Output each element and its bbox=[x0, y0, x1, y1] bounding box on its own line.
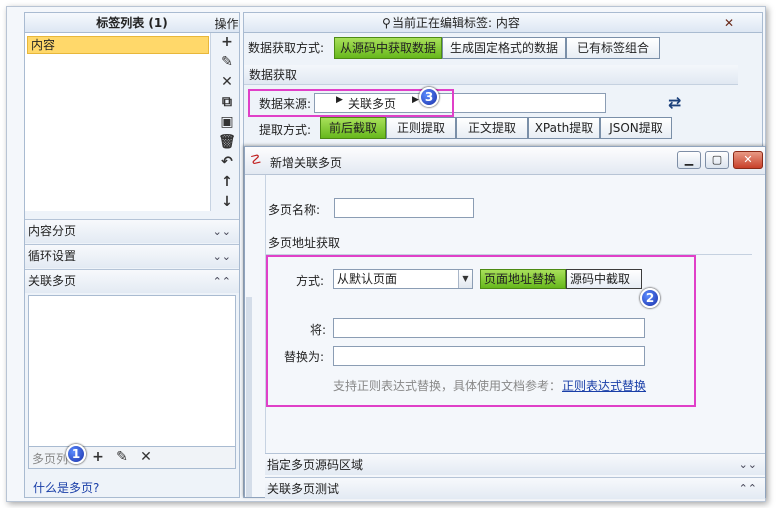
extract-label: 提取方式: bbox=[259, 123, 312, 137]
undo-icon[interactable]: ↶ bbox=[218, 153, 236, 171]
multi-page-toolbar: 多页列 + ✎ ✕ bbox=[28, 447, 236, 469]
regex-doc-link[interactable]: 正则表达式替换 bbox=[562, 377, 646, 394]
callout-badge-3: 3 bbox=[419, 87, 439, 107]
add-icon[interactable]: + bbox=[218, 33, 236, 51]
operations-column: 操作 + ✎ ✕ ⧉ ▣ 🗑 ↶ ↑ ↓ bbox=[214, 13, 239, 211]
extract-json[interactable]: JSON提取 bbox=[600, 117, 672, 139]
callout-badge-2: 2 bbox=[640, 288, 660, 308]
chevron-down-icon: ⌄⌄ bbox=[212, 225, 231, 238]
trash-icon[interactable]: 🗑 bbox=[218, 133, 236, 151]
replace-with-input[interactable] bbox=[333, 346, 645, 366]
dialog-scrollbar[interactable] bbox=[246, 297, 252, 497]
edit-multi-page-icon[interactable]: ✎ bbox=[113, 448, 131, 466]
section-loop-settings[interactable]: 循环设置 ⌄⌄ bbox=[25, 244, 239, 268]
move-up-icon[interactable]: ↑ bbox=[218, 173, 236, 191]
copy-icon[interactable]: ⧉ bbox=[218, 93, 236, 111]
tag-list-header: 标签列表 (1) bbox=[25, 13, 239, 33]
refresh-icon[interactable]: ⇄ bbox=[668, 93, 681, 112]
extract-regex[interactable]: 正则提取 bbox=[386, 117, 456, 139]
extract-body[interactable]: 正文提取 bbox=[456, 117, 528, 139]
maximize-button[interactable]: ▢ bbox=[705, 151, 729, 169]
section-label: 指定多页源码区域 bbox=[267, 458, 364, 472]
replace-with-label: 替换为: bbox=[284, 350, 325, 364]
section-multi-page-test[interactable]: 关联多页测试 ⌃⌃ bbox=[265, 477, 765, 499]
method-select[interactable]: 从默认页面 ▼ bbox=[333, 269, 473, 289]
tag-item[interactable]: 内容 bbox=[27, 36, 209, 54]
chevron-down-icon: ⌄⌄ bbox=[738, 458, 757, 471]
mode-combine[interactable]: 已有标签组合 bbox=[566, 37, 660, 59]
regex-hint: 支持正则表达式替换，具体使用文档参考： bbox=[333, 379, 562, 393]
multi-page-list[interactable] bbox=[28, 295, 236, 447]
section-content-paging[interactable]: 内容分页 ⌄⌄ bbox=[25, 219, 239, 243]
dropdown-arrow-icon[interactable]: ▼ bbox=[458, 270, 472, 288]
mode-source[interactable]: 从源码中获取数据 bbox=[334, 37, 442, 59]
extract-before-after[interactable]: 前后截取 bbox=[320, 117, 386, 139]
name-input[interactable] bbox=[334, 198, 474, 218]
mode-label: 数据获取方式: bbox=[248, 41, 325, 55]
delete-icon[interactable]: ✕ bbox=[218, 73, 236, 91]
method-label: 方式: bbox=[296, 274, 325, 288]
method-source-extract[interactable]: 源码中截取 bbox=[566, 269, 642, 289]
callout-badge-1: 1 bbox=[66, 444, 86, 464]
minimize-button[interactable]: ▁ bbox=[677, 151, 701, 169]
tag-list[interactable]: 内容 bbox=[25, 33, 211, 211]
edit-icon[interactable]: ✎ bbox=[218, 53, 236, 71]
section-source-region[interactable]: 指定多页源码区域 ⌄⌄ bbox=[265, 453, 765, 475]
editing-bar: ⚲ 当前正在编辑标签: 内容 ✕ bbox=[244, 13, 762, 33]
location-pin-icon: ⚲ bbox=[382, 16, 391, 30]
method-value: 从默认页面 bbox=[337, 272, 398, 286]
new-multi-page-dialog: ☡ 新增关联多页 ▁ ▢ ✕ 多页名称: 多页地址获取 方式: 从默认页面 ▼ … bbox=[244, 146, 766, 499]
close-icon[interactable]: ✕ bbox=[724, 13, 734, 33]
app-logo-icon: ☡ bbox=[250, 153, 262, 168]
chevron-down-icon: ⌄⌄ bbox=[212, 250, 231, 263]
dialog-title: 新增关联多页 bbox=[270, 156, 343, 170]
tag-list-title: 标签列表 (1) bbox=[96, 16, 168, 30]
replace-input[interactable] bbox=[333, 318, 645, 338]
chevron-up-icon: ⌃⌃ bbox=[738, 482, 757, 495]
help-link[interactable]: 什么是多页? bbox=[33, 479, 99, 496]
close-button[interactable]: ✕ bbox=[733, 151, 763, 169]
chevron-up-icon: ⌃⌃ bbox=[212, 275, 231, 288]
replace-label: 将: bbox=[310, 323, 327, 337]
method-url-replace[interactable]: 页面地址替换 bbox=[480, 269, 566, 289]
multi-footer-label: 多页列 bbox=[32, 452, 69, 466]
extract-xpath[interactable]: XPath提取 bbox=[528, 117, 600, 139]
url-section-header: 多页地址获取 bbox=[266, 231, 752, 255]
left-panel: 标签列表 (1) 内容 操作 + ✎ ✕ ⧉ ▣ 🗑 ↶ ↑ ↓ 内容分页 ⌄⌄… bbox=[24, 12, 240, 498]
section-label: 内容分页 bbox=[28, 224, 77, 238]
name-label: 多页名称: bbox=[268, 203, 321, 217]
data-fetch-section: 数据获取 bbox=[244, 65, 738, 85]
section-label: 关联多页 bbox=[28, 274, 77, 288]
dialog-body: 多页名称: 多页地址获取 方式: 从默认页面 ▼ 页面地址替换 源码中截取 将:… bbox=[265, 175, 765, 455]
editing-label: 当前正在编辑标签: 内容 bbox=[392, 16, 520, 30]
section-label: 关联多页测试 bbox=[267, 482, 340, 496]
paste-icon[interactable]: ▣ bbox=[218, 113, 236, 131]
dialog-titlebar: ☡ 新增关联多页 ▁ ▢ ✕ bbox=[245, 147, 765, 175]
section-multi-page[interactable]: 关联多页 ⌃⌃ bbox=[25, 269, 239, 293]
section-label: 循环设置 bbox=[28, 249, 77, 263]
delete-multi-page-icon[interactable]: ✕ bbox=[137, 448, 155, 466]
ops-title: 操作 bbox=[214, 17, 239, 31]
mode-fixed-format[interactable]: 生成固定格式的数据 bbox=[442, 37, 566, 59]
add-multi-page-icon[interactable]: + bbox=[89, 448, 107, 466]
move-down-icon[interactable]: ↓ bbox=[218, 193, 236, 211]
